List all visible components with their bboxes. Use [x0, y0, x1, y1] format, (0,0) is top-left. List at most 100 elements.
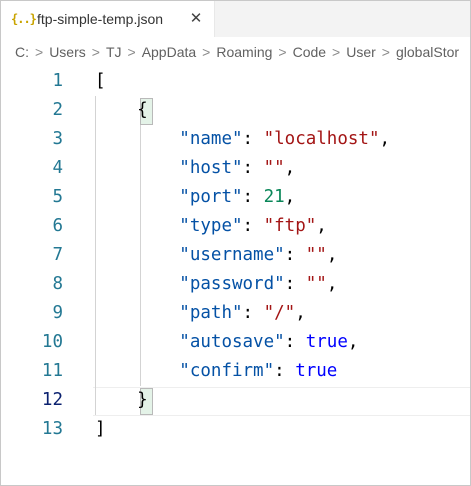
line-number: 11	[41, 361, 63, 381]
comma-token: ,	[295, 303, 306, 323]
code-line: 13]	[1, 415, 470, 444]
json-key: "name"	[179, 129, 243, 149]
editor-window: {..} ftp-simple-temp.json ✕ C: > Users > TJ >…	[0, 0, 471, 486]
code-line: 8 "password": "",	[1, 270, 470, 299]
bracket-token: ]	[95, 419, 106, 439]
code-line: 7 "username": "",	[1, 241, 470, 270]
line-number: 2	[52, 100, 63, 120]
colon-token: :	[284, 245, 306, 265]
breadcrumb-item[interactable]: User	[346, 44, 376, 60]
breadcrumb-item[interactable]: C:	[15, 44, 29, 60]
bracket-token: }	[95, 390, 148, 410]
code-text: "name": "localhost",	[95, 125, 390, 154]
code-text: [	[95, 67, 106, 96]
json-key: "password"	[179, 274, 285, 294]
comma-token: ,	[284, 187, 296, 207]
json-value: true	[295, 361, 338, 381]
code-line: 2 {	[1, 96, 470, 125]
line-number: 4	[52, 158, 63, 178]
json-key: "confirm"	[179, 361, 275, 381]
json-key: "port"	[179, 187, 243, 207]
colon-token: :	[284, 332, 306, 352]
code-line: 4 "host": "",	[1, 154, 470, 183]
code-text: "password": "",	[95, 270, 337, 299]
colon-token: :	[242, 158, 264, 178]
breadcrumb-separator-icon: >	[332, 44, 341, 60]
json-value: true	[305, 332, 348, 352]
breadcrumb-separator-icon: >	[35, 44, 44, 60]
code-line: 5 "port": 21,	[1, 183, 470, 212]
colon-token: :	[284, 274, 306, 294]
breadcrumb-item[interactable]: globalStor	[396, 44, 459, 60]
json-key: "host"	[179, 158, 243, 178]
colon-token: :	[242, 129, 264, 149]
code-line: 6 "type": "ftp",	[1, 212, 470, 241]
code-text: "path": "/",	[95, 299, 306, 328]
line-number: 9	[52, 303, 63, 323]
colon-token: :	[242, 187, 264, 207]
code-text: "confirm": true	[95, 357, 337, 386]
json-value: ""	[305, 274, 327, 294]
bracket-token: [	[95, 71, 106, 91]
json-key: "path"	[179, 303, 243, 323]
code-line: 10 "autosave": true,	[1, 328, 470, 357]
line-number: 13	[41, 419, 63, 439]
line-number: 6	[52, 216, 63, 236]
breadcrumb-item[interactable]: Users	[49, 44, 86, 60]
comma-token: ,	[347, 332, 359, 352]
comma-token: ,	[284, 158, 296, 178]
tab-ftp-simple-temp-json[interactable]: {..} ftp-simple-temp.json ✕	[1, 1, 215, 37]
breadcrumb-item[interactable]: Roaming	[216, 44, 272, 60]
code-text: "port": 21,	[95, 183, 295, 212]
breadcrumb-separator-icon: >	[202, 44, 211, 60]
json-file-icon: {..}	[11, 12, 37, 26]
line-number: 7	[52, 245, 63, 265]
bracket-token: {	[95, 100, 148, 120]
comma-token: ,	[326, 274, 338, 294]
tab-bar: {..} ftp-simple-temp.json ✕	[1, 1, 470, 37]
tab-title: ftp-simple-temp.json	[37, 11, 164, 27]
json-value: ""	[305, 245, 327, 265]
json-value: 21	[263, 187, 285, 207]
line-number: 1	[52, 71, 63, 91]
json-value: "localhost"	[263, 129, 380, 149]
code-line: 12 }	[1, 386, 470, 415]
breadcrumb-item[interactable]: Code	[293, 44, 326, 60]
colon-token: :	[274, 361, 296, 381]
line-number: 10	[41, 332, 63, 352]
code-text: "type": "ftp",	[95, 212, 327, 241]
line-number: 12	[41, 390, 63, 410]
json-value: "ftp"	[263, 216, 317, 236]
json-key: "username"	[179, 245, 285, 265]
close-icon[interactable]: ✕	[188, 10, 204, 28]
breadcrumb-item[interactable]: TJ	[106, 44, 122, 60]
code-editor[interactable]: 1[2 {3 "name": "localhost", 4 "host": "",…	[1, 67, 470, 485]
code-text: {	[95, 96, 148, 125]
breadcrumb-item[interactable]: AppData	[142, 44, 196, 60]
line-number: 8	[52, 274, 63, 294]
breadcrumb-separator-icon: >	[91, 44, 100, 60]
line-number: 3	[52, 129, 63, 149]
comma-token: ,	[379, 129, 391, 149]
code-line: 1[	[1, 67, 470, 96]
json-value: ""	[263, 158, 285, 178]
code-text: "username": "",	[95, 241, 337, 270]
breadcrumb-separator-icon: >	[381, 44, 390, 60]
colon-token: :	[242, 303, 264, 323]
code-text: }	[95, 386, 148, 415]
code-text: "autosave": true,	[95, 328, 358, 357]
code-line: 9 "path": "/",	[1, 299, 470, 328]
breadcrumb-separator-icon: >	[278, 44, 287, 60]
breadcrumb: C: > Users > TJ > AppData > Roaming > Code > User > gl…	[1, 37, 470, 67]
json-key: "autosave"	[179, 332, 285, 352]
code-line: 11 "confirm": true	[1, 357, 470, 386]
code-line: 3 "name": "localhost",	[1, 125, 470, 154]
